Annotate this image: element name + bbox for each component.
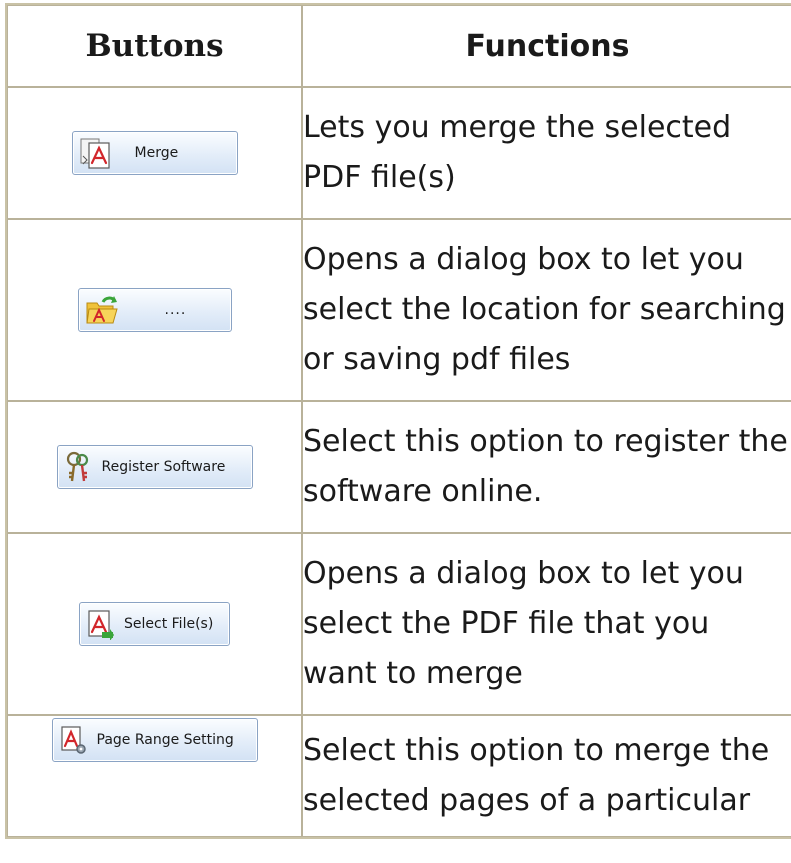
button-cell: Page Range Setting [7, 715, 302, 837]
page: Buttons Functions Merge Lets you merge t… [0, 0, 791, 863]
page-range-setting-label: Page Range Setting [96, 732, 234, 748]
table-row: Select File(s) Opens a dialog box to let… [7, 533, 791, 715]
button-cell: Register Software [7, 401, 302, 533]
table-row: Merge Lets you merge the selected PDF fi… [7, 87, 791, 219]
header-functions: Functions [302, 5, 791, 87]
pdf-merge-icon [79, 136, 113, 170]
select-files-button[interactable]: Select File(s) [79, 602, 230, 646]
browse-button[interactable]: .... [77, 288, 232, 332]
header-buttons: Buttons [7, 5, 302, 87]
folder-pdf-icon [85, 293, 119, 327]
keys-icon [64, 451, 92, 483]
pdf-gear-icon [59, 724, 87, 756]
button-cell: Merge [7, 87, 302, 219]
pdf-add-icon [86, 608, 114, 640]
register-software-label: Register Software [101, 459, 226, 475]
table-row: Page Range Setting Select this option to… [7, 715, 791, 837]
function-description: Select this option to register the softw… [302, 401, 791, 533]
browse-button-label: .... [164, 302, 187, 318]
button-cell: Select File(s) [7, 533, 302, 715]
buttons-functions-table: Buttons Functions Merge Lets you merge t… [5, 3, 791, 839]
merge-button[interactable]: Merge [71, 131, 238, 175]
button-cell: .... [7, 219, 302, 401]
table-row: Register Software Select this option to … [7, 401, 791, 533]
table-row: .... Opens a dialog box to let you selec… [7, 219, 791, 401]
register-software-button[interactable]: Register Software [56, 445, 253, 489]
merge-button-label: Merge [134, 145, 179, 161]
header-row: Buttons Functions [7, 5, 791, 87]
function-description: Lets you merge the selected PDF file(s) [302, 87, 791, 219]
function-description: Opens a dialog box to let you select the… [302, 219, 791, 401]
function-description: Opens a dialog box to let you select the… [302, 533, 791, 715]
select-files-label: Select File(s) [124, 616, 214, 632]
page-range-setting-button[interactable]: Page Range Setting [51, 718, 258, 762]
function-description: Select this option to merge the selected… [302, 715, 791, 837]
